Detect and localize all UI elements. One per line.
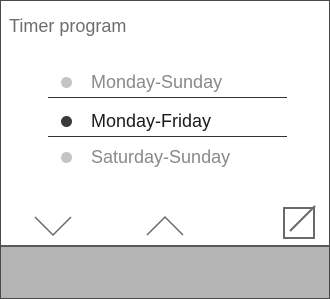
option-label: Monday-Friday — [91, 111, 212, 131]
option-label: Monday-Sunday — [91, 72, 223, 92]
option-label: Saturday-Sunday — [91, 147, 231, 167]
option-monday-sunday[interactable]: Monday-Sunday — [61, 67, 222, 97]
unselected-dot-icon — [61, 151, 72, 163]
timer-program-screen: Timer program Monday-Sunday Monday-Frida… — [0, 0, 330, 299]
edit-button[interactable] — [281, 203, 317, 239]
unselected-dot-icon — [61, 76, 72, 88]
selected-dot-icon — [61, 115, 72, 127]
chevron-down-icon — [34, 216, 72, 237]
footer-bar — [1, 245, 329, 298]
selection-divider-bottom — [48, 136, 287, 137]
option-saturday-sunday[interactable]: Saturday-Sunday — [61, 142, 230, 172]
edit-icon — [283, 205, 316, 239]
chevron-up-icon — [146, 215, 184, 236]
scroll-down-button[interactable] — [31, 211, 75, 239]
scroll-up-button[interactable] — [143, 211, 187, 239]
option-monday-friday[interactable]: Monday-Friday — [61, 106, 211, 136]
screen-title: Timer program — [9, 16, 127, 36]
selection-divider-top — [48, 97, 287, 98]
